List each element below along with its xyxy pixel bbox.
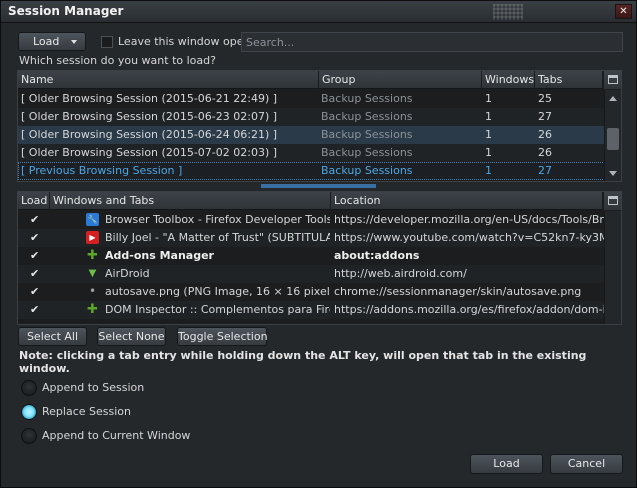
load-checkbox[interactable]: ✔ bbox=[30, 301, 39, 319]
load-checkbox[interactable]: ✔ bbox=[30, 265, 39, 283]
session-name-cell: [ Older Browsing Session (2015-06-24 06:… bbox=[21, 128, 278, 141]
load-checkbox[interactable]: ✔ bbox=[30, 283, 39, 301]
window-title: Session Manager bbox=[8, 4, 124, 18]
tab-row[interactable]: ✔ ▶ Billy Joel - "A Matter of Trust" (SUBT… bbox=[18, 229, 605, 247]
tab-title-cell: Add-ons Manager bbox=[105, 249, 214, 262]
puzzle-piece-icon: ✚ bbox=[87, 248, 98, 263]
tab-title-cell: Browser Toolbox - Firefox Developer Tool… bbox=[105, 213, 330, 226]
tab-location-cell: chrome://sessionmanager/skin/autosave.pn… bbox=[334, 285, 582, 298]
tab-row[interactable]: ✔ ✚ Add-ons Manager about:addons bbox=[18, 247, 605, 265]
session-row[interactable]: [ Previous Browsing Session ] Backup Sess… bbox=[18, 162, 605, 180]
tab-title-cell: DOM Inspector :: Complementos para Firef… bbox=[105, 303, 330, 316]
load-checkbox[interactable]: ✔ bbox=[30, 211, 39, 229]
column-header-windows-and-tabs[interactable]: Windows and Tabs bbox=[50, 192, 331, 210]
load-mode-label[interactable]: Append to Session bbox=[42, 381, 144, 394]
leave-open-label[interactable]: Leave this window open bbox=[118, 35, 250, 48]
session-row[interactable]: [ Older Browsing Session (2015-06-24 06:… bbox=[18, 126, 605, 144]
tab-location-cell: about:addons bbox=[334, 249, 420, 262]
tab-title-cell: AirDroid bbox=[105, 267, 150, 280]
title-bar[interactable]: Session Manager ✕ bbox=[1, 1, 636, 23]
select-none-button[interactable]: Select None bbox=[97, 327, 166, 346]
session-tabs-cell: 26 bbox=[538, 146, 552, 159]
tab-location-cell: https://www.youtube.com/watch?v=C52kn7-k… bbox=[334, 231, 604, 244]
tab-row[interactable]: ✔ ✚ DOM Inspector :: Complementos para Fir… bbox=[18, 301, 605, 319]
session-group-cell: Backup Sessions bbox=[321, 110, 413, 123]
puzzle-piece-icon: ✚ bbox=[87, 302, 98, 317]
tab-location-cell: https://developer.mozilla.org/en-US/docs… bbox=[334, 213, 604, 226]
toggle-selection-button[interactable]: Toggle Selection bbox=[177, 327, 268, 346]
sessions-scrollbar[interactable] bbox=[604, 90, 621, 181]
tab-row[interactable]: ✔ • autosave.png (PNG Image, 16 × 16 pixel… bbox=[18, 283, 605, 301]
session-windows-cell: 1 bbox=[485, 110, 492, 123]
chevron-down-icon bbox=[71, 40, 77, 44]
session-tabs-cell: 27 bbox=[538, 110, 552, 123]
column-header-name[interactable]: Name bbox=[18, 71, 319, 89]
sessions-tree[interactable]: Name Group Windows Tabs [ Older Browsing… bbox=[17, 70, 622, 182]
session-group-cell: Backup Sessions bbox=[321, 146, 413, 159]
session-group-cell: Backup Sessions bbox=[321, 92, 413, 105]
title-pattern-decoration bbox=[493, 4, 523, 20]
session-question: Which session do you want to load? bbox=[19, 54, 216, 67]
session-name-cell: [ Older Browsing Session (2015-07-02 02:… bbox=[21, 146, 278, 159]
tabs-header: Load Windows and Tabs Location bbox=[18, 192, 621, 210]
close-icon[interactable]: ✕ bbox=[615, 4, 632, 19]
tab-row[interactable]: ✔ 🔧 Browser Toolbox - Firefox Developer To… bbox=[18, 211, 605, 229]
search-input[interactable] bbox=[241, 32, 623, 52]
session-group-cell: Backup Sessions bbox=[321, 128, 413, 141]
tab-location-cell: https://addons.mozilla.org/es/firefox/ad… bbox=[334, 303, 604, 316]
tabs-scrollbar[interactable] bbox=[604, 211, 621, 324]
session-windows-cell: 1 bbox=[485, 164, 492, 177]
sessions-header: Name Group Windows Tabs bbox=[18, 71, 621, 89]
column-header-tabs[interactable]: Tabs bbox=[535, 71, 603, 89]
session-windows-cell: 1 bbox=[485, 92, 492, 105]
select-all-button[interactable]: Select All bbox=[18, 327, 87, 346]
column-header-windows[interactable]: Windows bbox=[482, 71, 535, 89]
load-mode-radio[interactable] bbox=[21, 404, 37, 420]
column-picker-icon[interactable] bbox=[603, 71, 621, 89]
session-name-cell: [ Older Browsing Session (2015-06-21 22:… bbox=[21, 92, 278, 105]
column-picker-icon[interactable] bbox=[603, 192, 621, 210]
tabs-tree[interactable]: Load Windows and Tabs Location ✔ 🔧 Browser… bbox=[17, 191, 622, 325]
session-row[interactable]: [ Older Browsing Session (2015-07-02 02:… bbox=[18, 144, 605, 162]
session-row[interactable]: [ Older Browsing Session (2015-06-21 22:… bbox=[18, 90, 605, 108]
cancel-button[interactable]: Cancel bbox=[550, 454, 623, 474]
tab-location-cell: http://web.airdroid.com/ bbox=[334, 267, 467, 280]
firefox-devtools-icon: 🔧 bbox=[86, 213, 99, 226]
load-checkbox[interactable]: ✔ bbox=[30, 247, 39, 265]
bullet-icon: • bbox=[88, 284, 97, 298]
column-header-load[interactable]: Load bbox=[18, 192, 50, 210]
load-mode-radio[interactable] bbox=[21, 428, 37, 444]
load-menu-label: Load bbox=[33, 35, 60, 48]
column-header-location[interactable]: Location bbox=[331, 192, 603, 210]
load-mode-label[interactable]: Append to Current Window bbox=[42, 429, 190, 442]
alt-key-note: Note: clicking a tab entry while holding… bbox=[19, 349, 587, 375]
session-group-cell: Backup Sessions bbox=[321, 164, 413, 177]
leave-open-checkbox[interactable] bbox=[101, 36, 113, 48]
load-mode-label[interactable]: Replace Session bbox=[42, 405, 131, 418]
tab-title-cell: Billy Joel - "A Matter of Trust" (SUBTIT… bbox=[105, 231, 330, 244]
session-windows-cell: 1 bbox=[485, 128, 492, 141]
load-button[interactable]: Load bbox=[470, 454, 543, 474]
pane-splitter[interactable] bbox=[261, 184, 376, 188]
session-tabs-cell: 27 bbox=[538, 164, 552, 177]
scrollbar-thumb[interactable] bbox=[607, 128, 619, 150]
tab-title-cell: autosave.png (PNG Image, 16 × 16 pixels) bbox=[105, 285, 330, 298]
scroll-up-icon[interactable] bbox=[609, 96, 617, 101]
session-tabs-cell: 25 bbox=[538, 92, 552, 105]
airdroid-icon: ▼ bbox=[88, 268, 97, 279]
session-windows-cell: 1 bbox=[485, 146, 492, 159]
session-name-cell: [ Older Browsing Session (2015-06-23 02:… bbox=[21, 110, 278, 123]
scroll-down-icon[interactable] bbox=[609, 171, 617, 176]
session-manager-window: Session Manager ✕ Load Leave this window… bbox=[0, 0, 637, 488]
load-menu-button[interactable]: Load bbox=[18, 32, 86, 51]
load-checkbox[interactable]: ✔ bbox=[30, 229, 39, 247]
session-tabs-cell: 26 bbox=[538, 128, 552, 141]
session-row[interactable]: [ Older Browsing Session (2015-06-23 02:… bbox=[18, 108, 605, 126]
load-mode-radio[interactable] bbox=[21, 380, 37, 396]
session-name-cell: [ Previous Browsing Session ] bbox=[21, 164, 183, 177]
tab-row[interactable]: ✔ ▼ AirDroid http://web.airdroid.com/ bbox=[18, 265, 605, 283]
youtube-icon: ▶ bbox=[86, 231, 99, 244]
column-header-group[interactable]: Group bbox=[319, 71, 482, 89]
